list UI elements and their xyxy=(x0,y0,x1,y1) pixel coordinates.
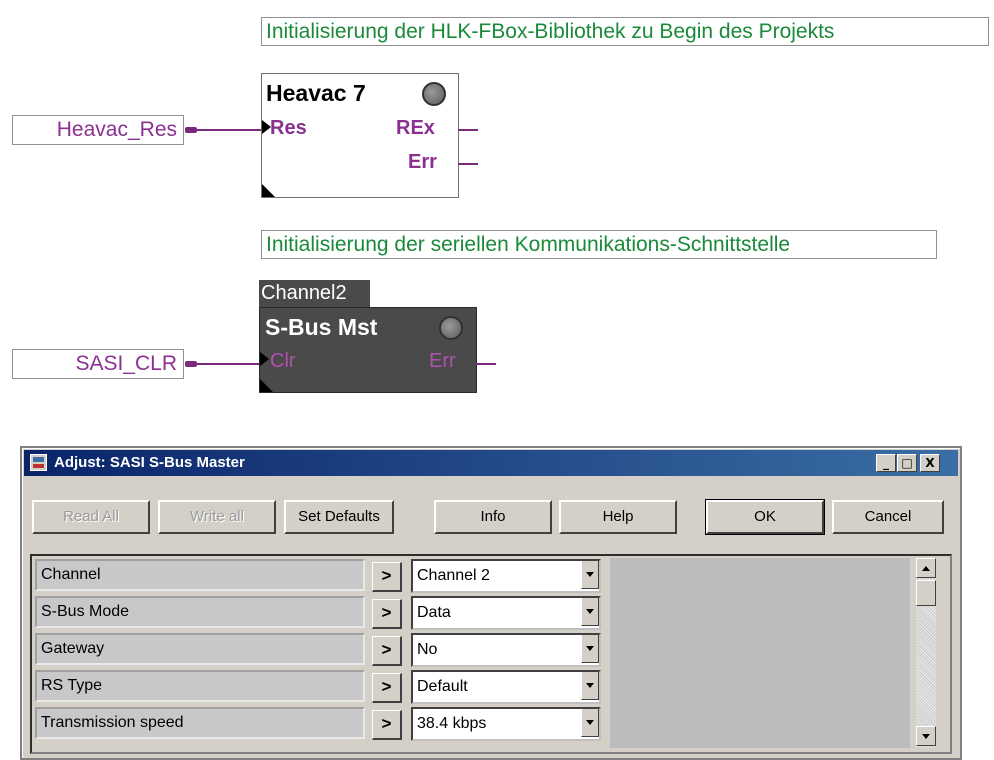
dropdown-button[interactable] xyxy=(581,561,599,589)
help-button[interactable]: Help xyxy=(559,500,677,534)
scroll-thumb[interactable] xyxy=(916,580,936,606)
connection-line xyxy=(196,129,264,131)
row-label-sbus-mode: S-Bus Mode xyxy=(35,596,365,628)
dialog-title: Adjust: SASI S-Bus Master xyxy=(54,454,245,471)
chevron-down-icon xyxy=(922,734,930,739)
adjust-dialog: Adjust: SASI S-Bus Master _ □ X Read All… xyxy=(20,446,962,760)
row-expand-button[interactable]: > xyxy=(372,562,402,592)
variable-heavac-res[interactable]: Heavac_Res xyxy=(12,115,184,145)
chevron-up-icon xyxy=(922,566,930,571)
info-button[interactable]: Info xyxy=(434,500,552,534)
fbox-channel-label: Channel2 xyxy=(259,280,370,307)
pin-rex: REx xyxy=(396,117,435,139)
scroll-down-button[interactable] xyxy=(916,726,936,746)
fbox-heavac7[interactable]: Heavac 7 Res REx Err xyxy=(261,73,459,198)
fbox-sbus-master[interactable]: S-Bus Mst Clr Err xyxy=(259,307,477,393)
comment-text: Initialisierung der HLK-FBox-Bibliothek … xyxy=(266,20,835,43)
row-label-gateway: Gateway xyxy=(35,633,365,665)
dropdown-button[interactable] xyxy=(581,709,599,737)
read-all-button[interactable]: Read All xyxy=(32,500,150,534)
pin-err: Err xyxy=(429,350,456,372)
gateway-select[interactable]: No xyxy=(411,633,601,667)
property-grid: Channel > Channel 2 S-Bus Mode > Data Ga… xyxy=(30,554,952,754)
status-led-icon xyxy=(422,82,446,106)
maximize-button[interactable]: □ xyxy=(897,454,917,472)
select-value: Data xyxy=(417,604,451,621)
transmission-speed-select[interactable]: 38.4 kbps xyxy=(411,707,601,741)
fbox-title: Heavac 7 xyxy=(266,80,366,106)
set-defaults-button[interactable]: Set Defaults xyxy=(284,500,394,534)
output-line-rex xyxy=(458,129,478,131)
close-icon: X xyxy=(925,456,935,470)
row-label-channel: Channel xyxy=(35,559,365,591)
chevron-down-icon xyxy=(586,609,594,614)
ok-button[interactable]: OK xyxy=(705,499,825,535)
row-expand-button[interactable]: > xyxy=(372,710,402,740)
comment-hlk-init[interactable]: Initialisierung der HLK-FBox-Bibliothek … xyxy=(261,17,989,46)
row-expand-button[interactable]: > xyxy=(372,599,402,629)
close-button[interactable]: X xyxy=(920,454,940,472)
variable-name: SASI_CLR xyxy=(75,352,177,375)
scroll-up-button[interactable] xyxy=(916,558,936,578)
select-value: 38.4 kbps xyxy=(417,715,487,732)
maximize-icon: □ xyxy=(901,456,913,470)
minimize-button[interactable]: _ xyxy=(876,454,896,472)
row-label-transmission-speed: Transmission speed xyxy=(35,707,365,739)
chevron-down-icon xyxy=(586,572,594,577)
output-line-err xyxy=(458,163,478,165)
select-value: Channel 2 xyxy=(417,567,490,584)
vertical-scrollbar[interactable] xyxy=(916,558,936,748)
fbox-title: S-Bus Mst xyxy=(265,314,378,340)
connection-line xyxy=(196,363,264,365)
row-expand-button[interactable]: > xyxy=(372,673,402,703)
pin-err: Err xyxy=(408,151,437,173)
minimize-icon: _ xyxy=(883,456,889,470)
row-label-rs-type: RS Type xyxy=(35,670,365,702)
rs-type-select[interactable]: Default xyxy=(411,670,601,704)
select-value: No xyxy=(417,641,438,658)
dropdown-button[interactable] xyxy=(581,672,599,700)
chevron-down-icon xyxy=(586,646,594,651)
variable-sasi-clr[interactable]: SASI_CLR xyxy=(12,349,184,379)
app-icon xyxy=(30,454,47,471)
variable-name: Heavac_Res xyxy=(56,118,177,141)
cancel-button[interactable]: Cancel xyxy=(832,500,944,534)
dropdown-button[interactable] xyxy=(581,635,599,663)
dialog-titlebar[interactable]: Adjust: SASI S-Bus Master _ □ X xyxy=(24,450,958,476)
chevron-down-icon xyxy=(586,683,594,688)
output-line-err xyxy=(476,363,496,365)
sbus-mode-select[interactable]: Data xyxy=(411,596,601,630)
comment-serial-init[interactable]: Initialisierung der seriellen Kommunikat… xyxy=(261,230,937,259)
pin-res: Res xyxy=(270,117,307,139)
select-value: Default xyxy=(417,678,468,695)
corner-marker-icon xyxy=(260,379,273,392)
input-pin-marker-icon xyxy=(260,352,269,366)
corner-marker-icon xyxy=(262,184,275,197)
write-all-button[interactable]: Write all xyxy=(158,500,276,534)
pin-clr: Clr xyxy=(270,350,296,372)
chevron-down-icon xyxy=(586,720,594,725)
status-led-icon xyxy=(439,316,463,340)
row-expand-button[interactable]: > xyxy=(372,636,402,666)
dropdown-button[interactable] xyxy=(581,598,599,626)
comment-text: Initialisierung der seriellen Kommunikat… xyxy=(266,233,791,256)
grid-empty-area xyxy=(610,558,910,748)
channel-select[interactable]: Channel 2 xyxy=(411,559,601,593)
